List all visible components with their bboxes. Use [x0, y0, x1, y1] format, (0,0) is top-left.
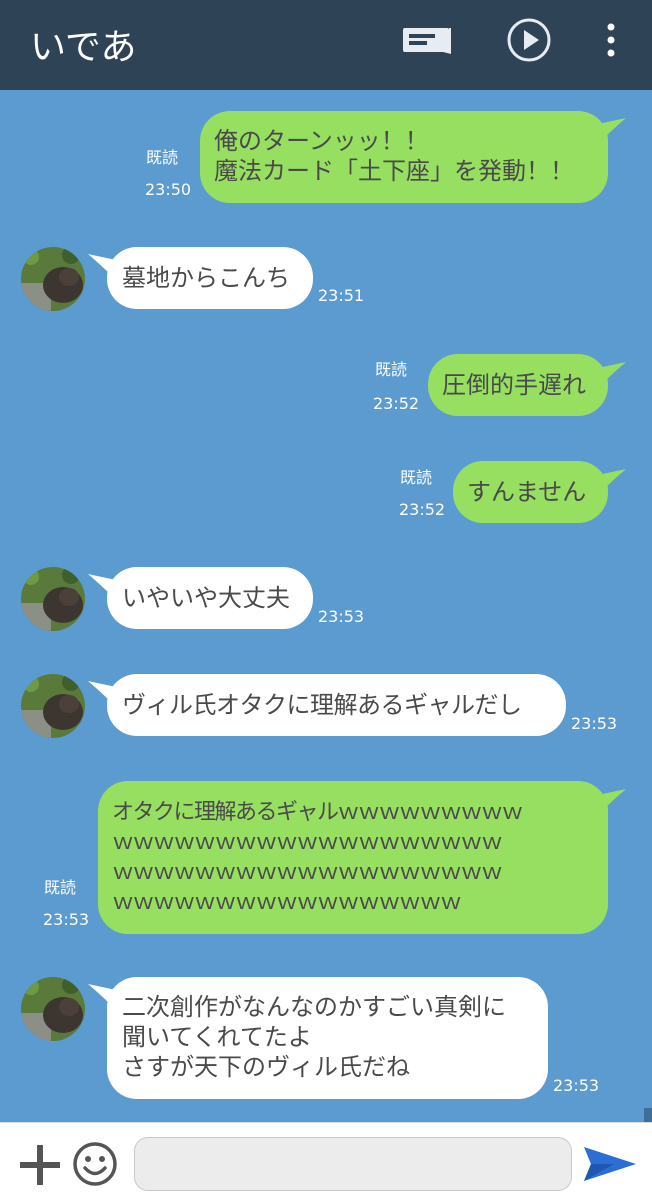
message-time: 23:53 [43, 910, 90, 929]
message-text: いやいや大丈夫 [122, 584, 290, 612]
message-bubble-sent[interactable]: すんません [453, 461, 608, 523]
message-bubble-received[interactable]: 二次創作がなんなのかすごい真剣に 聞いてくれてたよ さすが天下のヴィル氏だね [107, 977, 548, 1099]
message-text: 二次創作がなんなのかすごい真剣に 聞いてくれてたよ さすが天下のヴィル氏だね [122, 993, 506, 1081]
message-input[interactable] [134, 1137, 572, 1191]
message-bubble-sent[interactable]: 圧倒的手遅れ [428, 354, 608, 416]
message-text: 墓地からこんち [122, 264, 290, 292]
message-bubble-received[interactable]: いやいや大丈夫 [107, 567, 313, 629]
read-receipt: 既読 [375, 360, 408, 379]
read-receipt: 既読 [400, 468, 433, 487]
bubble-tail [598, 789, 626, 811]
avatar-cat-photo-icon [21, 247, 85, 311]
read-receipt: 既読 [146, 148, 179, 167]
bubble-tail [598, 469, 626, 491]
chat-area[interactable]: 既読 23:50 俺のターンッッ！！ 魔法カード「土下座」を発動！！ 墓地からこ… [0, 90, 652, 1122]
bubble-tail [598, 118, 626, 140]
bubble-tail [598, 362, 626, 384]
message-bubble-sent[interactable]: 俺のターンッッ！！ 魔法カード「土下座」を発動！！ [200, 111, 608, 203]
message-text: 圧倒的手遅れ [442, 371, 586, 399]
avatar-cat-photo-icon [21, 977, 85, 1041]
avatar[interactable] [21, 674, 85, 738]
avatar[interactable] [21, 247, 85, 311]
avatar[interactable] [21, 977, 85, 1041]
message-text: オタクに理解あるギャルｗｗｗｗｗｗｗｗｗ ｗｗｗｗｗｗｗｗｗｗｗｗｗｗｗｗｗｗｗ… [112, 800, 524, 915]
message-bubble-received[interactable]: 墓地からこんち [107, 247, 313, 309]
chat-header: いであ [0, 0, 652, 90]
notes-icon[interactable] [403, 28, 451, 54]
message-time: 23:53 [571, 714, 618, 733]
message-bubble-sent[interactable]: オタクに理解あるギャルｗｗｗｗｗｗｗｗｗ ｗｗｗｗｗｗｗｗｗｗｗｗｗｗｗｗｗｗｗ… [98, 781, 608, 934]
avatar-cat-photo-icon [21, 567, 85, 631]
message-time: 23:52 [399, 500, 446, 519]
message-text: ヴィル氏オタクに理解あるギャルだし [122, 691, 522, 719]
message-bubble-received[interactable]: ヴィル氏オタクに理解あるギャルだし [107, 674, 566, 736]
play-icon[interactable] [506, 17, 552, 63]
scrollbar-thumb[interactable] [644, 1108, 652, 1122]
avatar-cat-photo-icon [21, 674, 85, 738]
message-input-bar [0, 1122, 652, 1200]
avatar[interactable] [21, 567, 85, 631]
message-text: 俺のターンッッ！！ 魔法カード「土下座」を発動！！ [214, 127, 574, 185]
read-receipt: 既読 [44, 878, 77, 897]
message-time: 23:51 [318, 286, 365, 305]
message-time: 23:52 [373, 394, 420, 413]
chat-title: いであ [30, 27, 137, 68]
more-icon[interactable] [600, 22, 622, 58]
emoji-icon[interactable] [72, 1141, 118, 1187]
message-time: 23:53 [318, 607, 365, 626]
message-time: 23:50 [145, 180, 192, 199]
message-text: すんません [467, 478, 587, 506]
message-time: 23:53 [553, 1076, 600, 1095]
send-icon[interactable] [584, 1147, 636, 1181]
plus-icon[interactable] [18, 1143, 62, 1187]
